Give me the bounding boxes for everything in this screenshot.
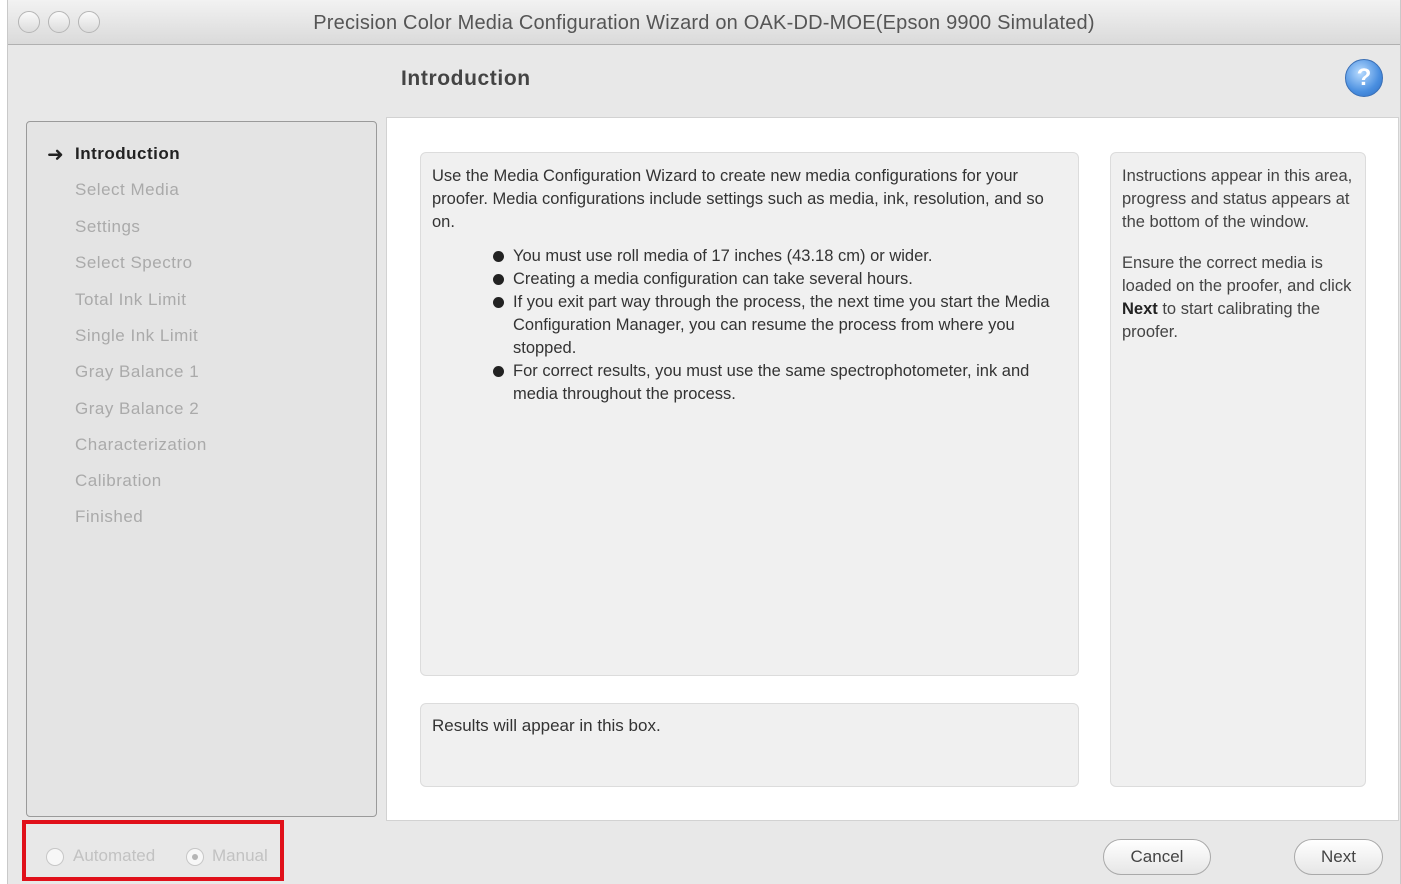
list-item: If you exit part way through the process… (491, 291, 1051, 360)
results-text: Results will appear in this box. (432, 716, 661, 735)
intro-box: Use the Media Configuration Wizard to cr… (420, 152, 1079, 676)
sidebar-step-item: Select Spectro (75, 253, 193, 272)
instructions-paragraph-next: Ensure the correct media is loaded on th… (1122, 252, 1354, 344)
wizard-window: Precision Color Media Configuration Wiza… (7, 0, 1401, 884)
automated-radio[interactable] (46, 848, 64, 866)
sidebar-step-item: Single Ink Limit (75, 326, 199, 345)
list-item: Creating a media configuration can take … (491, 268, 1051, 291)
instructions-text: Instructions appear in this area, progre… (1122, 165, 1354, 362)
results-box: Results will appear in this box. (420, 703, 1079, 787)
manual-radio-label[interactable]: Manual (212, 846, 268, 866)
requirements-list: You must use roll media of 17 inches (43… (491, 245, 1051, 406)
instructions-next-emphasis: Next (1122, 300, 1158, 318)
current-step-arrow-icon: ➜ (47, 144, 64, 166)
list-item: You must use roll media of 17 inches (43… (491, 245, 1051, 268)
content-area: Use the Media Configuration Wizard to cr… (386, 117, 1399, 821)
automated-radio-label[interactable]: Automated (73, 846, 155, 866)
sidebar-step-item: Calibration (75, 471, 162, 490)
title-bar: Precision Color Media Configuration Wiza… (8, 0, 1400, 45)
window-title: Precision Color Media Configuration Wiza… (313, 12, 1095, 34)
cancel-button[interactable]: Cancel (1103, 839, 1211, 875)
help-icon[interactable]: ? (1345, 59, 1383, 97)
next-button[interactable]: Next (1294, 839, 1383, 875)
instructions-paragraph: Instructions appear in this area, progre… (1122, 167, 1353, 231)
steps-sidebar: ➜ Introduction Select Media Settings Select… (26, 121, 377, 817)
sidebar-step-item: Settings (75, 217, 141, 236)
intro-text: Use the Media Configuration Wizard to cr… (432, 167, 1044, 231)
manual-radio[interactable] (186, 848, 204, 866)
page-title: Introduction (401, 67, 531, 90)
sidebar-step-item: Characterization (75, 435, 207, 454)
instructions-text-before: Ensure the correct media is loaded on th… (1122, 254, 1352, 295)
instructions-box: Instructions appear in this area, progre… (1110, 152, 1366, 787)
sidebar-step-item: Finished (75, 507, 144, 526)
sidebar-step-item: Gray Balance 1 (75, 362, 200, 381)
sidebar-step-item: Total Ink Limit (75, 290, 187, 309)
sidebar-step-item: Gray Balance 2 (75, 399, 200, 418)
list-item: For correct results, you must use the sa… (491, 360, 1051, 406)
sidebar-step-item: Introduction (75, 144, 181, 163)
sidebar-step-item: Select Media (75, 180, 180, 199)
